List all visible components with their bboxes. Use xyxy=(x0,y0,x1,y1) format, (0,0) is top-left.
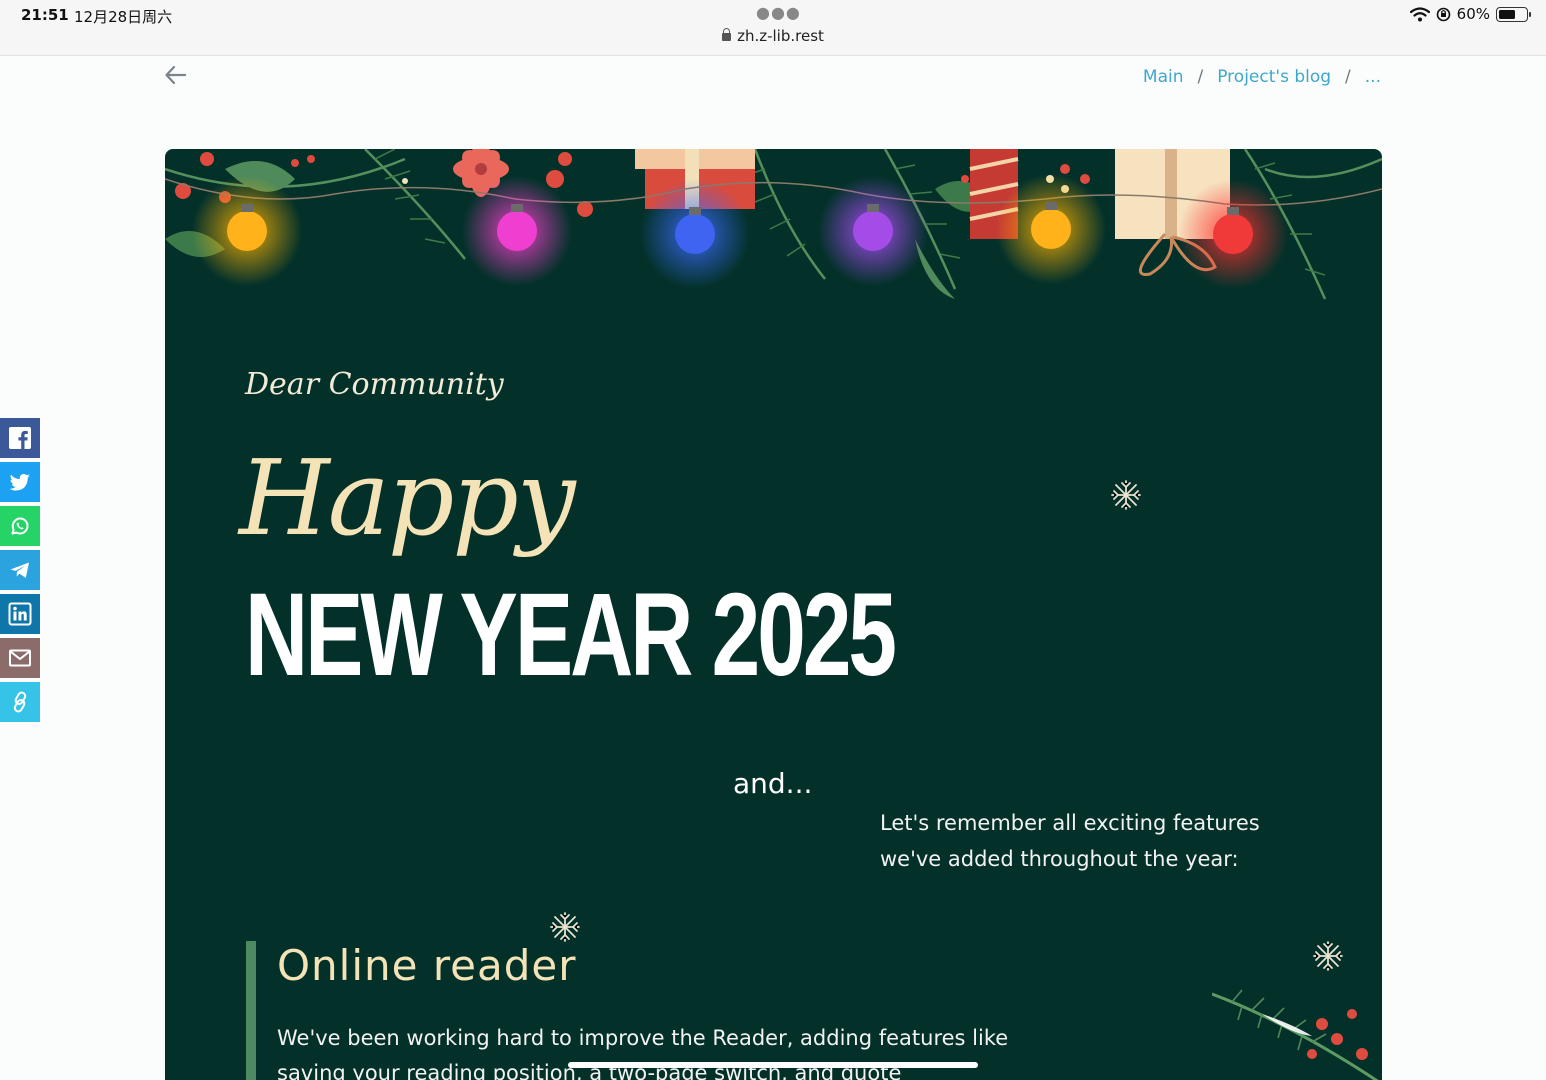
home-indicator[interactable] xyxy=(568,1062,978,1068)
telegram-share-button[interactable] xyxy=(0,550,40,590)
breadcrumb-separator: / xyxy=(1345,67,1351,87)
status-time: 21:51 xyxy=(21,6,69,24)
email-share-button[interactable] xyxy=(0,638,40,678)
breadcrumb-current[interactable]: ... xyxy=(1365,67,1381,87)
section-accent-bar xyxy=(246,941,256,1080)
twitter-icon xyxy=(9,474,30,491)
intro-text: Let's remember all exciting features we'… xyxy=(880,811,1260,871)
address-bar[interactable]: zh.z-lib.rest xyxy=(0,27,1546,45)
snowflake-icon xyxy=(1111,480,1141,510)
section-text: We've been working hard to improve the R… xyxy=(277,1026,1009,1080)
status-date: 12月28日周六 xyxy=(74,8,173,26)
section-title-online-reader: Online reader xyxy=(277,941,577,990)
telegram-icon xyxy=(10,562,29,578)
snowflake-icon xyxy=(550,912,580,942)
christmas-garland-illustration xyxy=(165,149,1382,300)
more-dots-icon[interactable]: ●●● xyxy=(756,3,801,22)
breadcrumb-main[interactable]: Main xyxy=(1143,67,1184,87)
wifi-icon xyxy=(1409,6,1430,21)
orientation-lock-icon xyxy=(1436,7,1450,21)
battery-icon xyxy=(1496,6,1531,22)
battery-percent: 60% xyxy=(1456,5,1490,23)
link-icon xyxy=(13,691,27,713)
back-arrow-icon[interactable] xyxy=(163,62,189,88)
snowflake-icon xyxy=(1313,941,1343,971)
new-year-card: Dear Community Happy NEW YEAR 2025 and..… xyxy=(165,149,1382,1080)
facebook-icon xyxy=(9,427,31,449)
share-bar xyxy=(0,418,40,726)
twitter-share-button[interactable] xyxy=(0,462,40,502)
copy-link-share-button[interactable] xyxy=(0,682,40,722)
breadcrumb: Main / Project's blog / ... xyxy=(1143,67,1381,87)
happy-script-title: Happy xyxy=(239,437,576,559)
email-icon xyxy=(9,649,31,667)
status-indicators: 60% xyxy=(1409,5,1531,23)
and-text: and... xyxy=(733,767,813,800)
whatsapp-icon xyxy=(11,517,29,535)
pine-branch-illustration xyxy=(1212,989,1379,1080)
linkedin-share-button[interactable] xyxy=(0,594,40,634)
linkedin-icon xyxy=(8,602,32,626)
status-bar: 21:51 12月28日周六 ●●● zh.z-lib.rest 60% xyxy=(0,0,1546,56)
url-text: zh.z-lib.rest xyxy=(737,27,824,45)
new-year-headline: NEW YEAR 2025 xyxy=(245,569,897,701)
whatsapp-share-button[interactable] xyxy=(0,506,40,546)
breadcrumb-projects-blog[interactable]: Project's blog xyxy=(1217,67,1331,87)
greeting-text: Dear Community xyxy=(245,367,504,402)
facebook-share-button[interactable] xyxy=(0,418,40,458)
lock-icon xyxy=(722,28,732,41)
breadcrumb-separator: / xyxy=(1197,67,1204,87)
